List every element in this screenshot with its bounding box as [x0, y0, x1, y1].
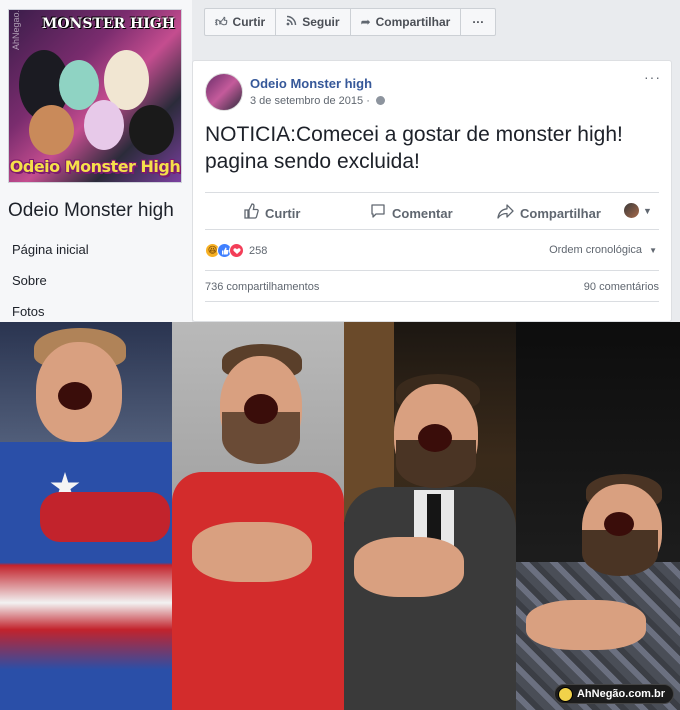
watermark-text: AhNegão.com.br: [576, 688, 665, 700]
nav-item-about[interactable]: Sobre: [12, 274, 89, 305]
page-more-button[interactable]: ···: [461, 9, 495, 35]
post-author-avatar[interactable]: [205, 73, 243, 111]
laughing-meme-image: AhNegão.com.br: [0, 322, 680, 710]
nav-item-photos[interactable]: Fotos: [12, 305, 89, 322]
more-icon: ···: [472, 15, 485, 29]
page-follow-button[interactable]: Seguir: [276, 9, 351, 35]
red-sweater: [172, 472, 344, 710]
post-like-button[interactable]: Curtir: [243, 203, 300, 223]
hands-on-chest: [192, 522, 312, 582]
character-face: [29, 105, 74, 155]
caret-down-icon: ▼: [643, 205, 652, 216]
viewer-avatar: [624, 203, 639, 218]
globe-icon: [375, 96, 385, 105]
comment-order-label: Ordem cronológica: [549, 244, 643, 256]
page-share-label: Compartilhar: [375, 15, 451, 29]
page-follow-label: Seguir: [302, 15, 340, 29]
post-comment-button[interactable]: Comentar: [370, 203, 453, 223]
character-face: [84, 100, 124, 150]
share-count[interactable]: 736 compartilhamentos: [205, 281, 319, 293]
page-share-button[interactable]: ➦ Compartilhar: [351, 9, 462, 35]
post-share-button[interactable]: Compartilhar: [497, 203, 601, 223]
post-comment-label: Comentar: [392, 205, 453, 221]
post-text: NOTICIA:Comecei a gostar de monster high…: [205, 123, 623, 173]
page-action-bar: 👍︎ Curtir Seguir ➦ Compartilhar ···: [204, 8, 497, 36]
comment-count[interactable]: 90 comentários: [584, 281, 659, 293]
cover-caption: Odeio Monster High: [9, 157, 181, 176]
meme-panel-4: AhNegão.com.br: [516, 322, 680, 710]
caret-down-icon: ▼: [649, 246, 657, 255]
rss-icon: [286, 15, 297, 29]
meme-panel-2: [172, 322, 344, 710]
page-title[interactable]: Odeio Monster high: [8, 200, 174, 222]
page-like-label: Curtir: [232, 15, 266, 29]
watermark-badge: AhNegão.com.br: [553, 684, 674, 704]
reactions-summary[interactable]: 😆︎ 258: [205, 243, 267, 258]
beard: [582, 530, 658, 576]
comment-order-dropdown[interactable]: Ordem cronológica ▼: [549, 244, 657, 256]
meme-panel-1: [0, 322, 172, 710]
post-actions: Curtir Comentar Compartilhar ▼: [205, 192, 659, 230]
meme-panel-3: [344, 322, 516, 710]
laughing-mouth: [418, 424, 452, 452]
page-sidebar: MONSTER HIGH AhNegao.com.br Odeio Monste…: [0, 0, 192, 322]
thumbs-up-icon: [243, 203, 259, 223]
gloved-hands: [40, 492, 170, 542]
post-options-button[interactable]: ···: [644, 69, 661, 85]
nav-item-home[interactable]: Página inicial: [12, 243, 89, 274]
laughing-mouth: [604, 512, 634, 536]
post-date: 3 de setembro de 2015 ·: [250, 95, 370, 107]
hands-on-chest: [526, 600, 646, 650]
post-card: Odeio Monster high 3 de setembro de 2015…: [192, 60, 672, 322]
post-author[interactable]: Odeio Monster high: [250, 76, 372, 91]
post-as-selector[interactable]: ▼: [624, 203, 652, 218]
cover-watermark: AhNegao.com.br: [11, 9, 21, 50]
comment-icon: [370, 203, 386, 223]
post-stats: 736 compartilhamentos 90 comentários: [205, 270, 659, 302]
post-timestamp[interactable]: 3 de setembro de 2015 ·: [250, 95, 385, 107]
hands-on-chest: [354, 537, 464, 597]
post-like-label: Curtir: [265, 205, 301, 221]
reaction-count: 258: [249, 244, 268, 257]
page-like-button[interactable]: 👍︎ Curtir: [205, 9, 277, 35]
laughing-mouth: [58, 382, 92, 410]
thumbs-up-icon: 👍︎: [215, 14, 228, 29]
post-share-label: Compartilhar: [520, 205, 601, 221]
costume: [0, 442, 172, 710]
love-reaction-icon: [229, 243, 244, 258]
character-hair: [129, 105, 174, 155]
page-profile-picture[interactable]: MONSTER HIGH AhNegao.com.br Odeio Monste…: [8, 9, 182, 183]
share-arrow-icon: [497, 203, 514, 223]
page-nav: Página inicial Sobre Fotos: [12, 243, 89, 322]
share-arrow-icon: ➦: [360, 15, 371, 29]
cover-title: MONSTER HIGH: [41, 16, 175, 32]
facebook-screenshot: MONSTER HIGH AhNegao.com.br Odeio Monste…: [0, 0, 680, 322]
mascot-icon: [557, 687, 573, 702]
laughing-mouth: [244, 394, 278, 424]
